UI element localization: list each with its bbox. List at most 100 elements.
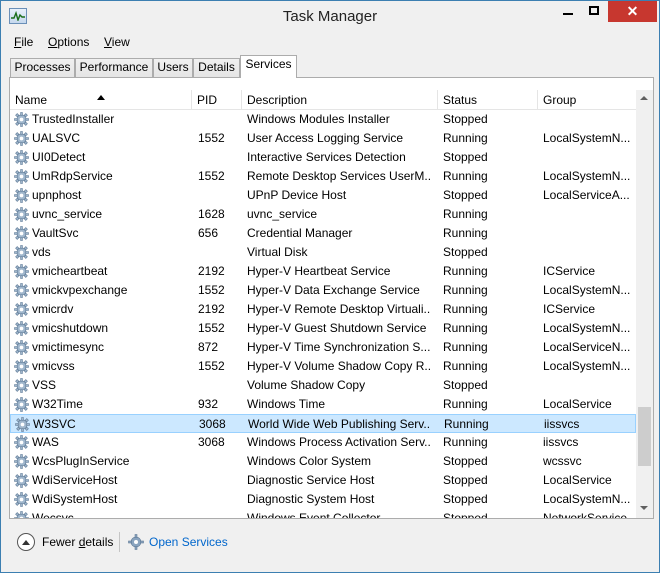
gear-icon [14, 245, 29, 260]
table-row[interactable]: UALSVC 1552 User Access Logging Service Run… [10, 129, 636, 148]
gear-icon [14, 397, 29, 412]
table-row[interactable]: TrustedInstaller Windows Modules Installe… [10, 110, 636, 129]
service-name: vds [32, 245, 51, 259]
service-description: Hyper-V Heartbeat Service [247, 264, 391, 278]
service-description: Hyper-V Volume Shadow Copy R... [247, 359, 430, 373]
service-status: Running [443, 207, 488, 221]
services-gear-icon[interactable] [128, 534, 144, 550]
minimize-button[interactable] [555, 1, 581, 22]
service-description: Virtual Disk [247, 245, 308, 259]
service-name: vmicvss [32, 359, 75, 373]
scroll-down-icon[interactable] [640, 506, 648, 510]
table-row[interactable]: vds Virtual Disk Stopped [10, 243, 636, 262]
gear-icon [14, 321, 29, 336]
service-description: Diagnostic System Host [247, 492, 375, 506]
service-group: LocalSystemN... [543, 169, 631, 183]
column-name[interactable]: Name [10, 93, 190, 107]
table-row[interactable]: UI0Detect Interactive Services Detection S… [10, 148, 636, 167]
service-pid: 3068 [199, 417, 226, 431]
service-status: Stopped [443, 245, 488, 259]
service-description: Volume Shadow Copy [247, 378, 366, 392]
title-bar[interactable]: Task Manager ✕ [1, 1, 659, 31]
service-description: Hyper-V Time Synchronization S... [247, 340, 430, 354]
table-row[interactable]: vmicvss 1552 Hyper-V Volume Shadow Copy R.… [10, 357, 636, 376]
service-name: W3SVC [33, 417, 76, 431]
service-pid: 1552 [198, 131, 225, 145]
column-header: Name PID Description Status Group [10, 90, 636, 110]
table-row[interactable]: WdiServiceHost Diagnostic Service Host Sto… [10, 471, 636, 490]
fewer-details-link[interactable]: Fewer details [42, 535, 113, 549]
column-status[interactable]: Status [438, 93, 536, 107]
table-row[interactable]: vmickvpexchange 1552 Hyper-V Data Exchange… [10, 281, 636, 300]
table-row[interactable]: VaultSvc 656 Credential Manager Running [10, 224, 636, 243]
service-description: Windows Process Activation Serv... [247, 435, 430, 449]
gear-icon [14, 283, 29, 298]
gear-icon [14, 492, 29, 507]
service-group: LocalSystemN... [543, 283, 631, 297]
table-row[interactable]: vmictimesync 872 Hyper-V Time Synchronizat… [10, 338, 636, 357]
table-row[interactable]: VSS Volume Shadow Copy Stopped [10, 376, 636, 395]
service-status: Stopped [443, 492, 488, 506]
service-description: Windows Color System [247, 454, 372, 468]
table-row[interactable]: WAS 3068 Windows Process Activation Serv..… [10, 433, 636, 452]
table-row[interactable]: UmRdpService 1552 Remote Desktop Services … [10, 167, 636, 186]
gear-icon [14, 264, 29, 279]
maximize-icon [589, 6, 599, 15]
footer-bar: Fewer details Open Services [9, 529, 654, 557]
tab-details[interactable]: Details [193, 58, 240, 78]
service-status: Stopped [443, 454, 488, 468]
service-status: Running [444, 417, 489, 431]
column-name-label: Name [15, 93, 48, 107]
service-name: UALSVC [32, 131, 81, 145]
menu-view[interactable]: View [104, 35, 130, 49]
service-name: vmicrdv [32, 302, 74, 316]
close-button[interactable]: ✕ [608, 1, 657, 22]
service-name: UmRdpService [32, 169, 113, 183]
tab-services[interactable]: Services [240, 55, 297, 78]
service-name: uvnc_service [32, 207, 103, 221]
table-row[interactable]: WcsPlugInService Windows Color System Stop… [10, 452, 636, 471]
table-row[interactable]: vmicrdv 2192 Hyper-V Remote Desktop Virtua… [10, 300, 636, 319]
column-group[interactable]: Group [538, 93, 636, 107]
service-name: VaultSvc [32, 226, 79, 240]
service-status: Stopped [443, 378, 488, 392]
scroll-up-icon[interactable] [640, 96, 648, 100]
table-row[interactable]: vmicheartbeat 2192 Hyper-V Heartbeat Servi… [10, 262, 636, 281]
maximize-button[interactable] [581, 1, 608, 22]
table-row[interactable]: upnphost UPnP Device Host Stopped LocalServ… [10, 186, 636, 205]
tab-performance[interactable]: Performance [75, 58, 153, 78]
gear-icon [14, 473, 29, 488]
service-description: User Access Logging Service [247, 131, 404, 145]
column-description[interactable]: Description [242, 93, 437, 107]
table-row[interactable]: W32Time 932 Windows Time Running LocalServic… [10, 395, 636, 414]
service-name: VSS [32, 378, 57, 392]
tab-processes[interactable]: Processes [10, 58, 75, 78]
gear-icon [14, 435, 29, 450]
service-name: WdiSystemHost [32, 492, 118, 506]
menu-options[interactable]: Options [48, 35, 89, 49]
table-row[interactable]: uvnc_service 1628 uvnc_service Running [10, 205, 636, 224]
table-row[interactable]: WdiSystemHost Diagnostic System Host Stopp… [10, 490, 636, 509]
gear-icon [14, 511, 29, 518]
service-pid: 1552 [198, 283, 225, 297]
service-description: World Wide Web Publishing Serv... [248, 417, 431, 431]
vertical-scrollbar[interactable] [636, 90, 653, 518]
service-status: Stopped [443, 112, 488, 126]
gear-icon [14, 454, 29, 469]
service-group: LocalServiceA... [543, 188, 630, 202]
gear-icon [14, 340, 29, 355]
tab-users[interactable]: Users [153, 58, 193, 78]
menu-file[interactable]: File [14, 35, 33, 49]
service-group: LocalServiceN... [543, 340, 631, 354]
table-row[interactable]: vmicshutdown 1552 Hyper-V Guest Shutdown S… [10, 319, 636, 338]
open-services-link[interactable]: Open Services [149, 535, 228, 549]
scrollbar-thumb[interactable] [638, 407, 651, 466]
service-status: Running [443, 131, 488, 145]
service-description: UPnP Device Host [247, 188, 347, 202]
service-name: vmicshutdown [32, 321, 109, 335]
column-pid[interactable]: PID [192, 93, 242, 107]
service-description: Interactive Services Detection [247, 150, 406, 164]
table-row[interactable]: Wecsvc Windows Event Collector Stopped Netw… [10, 509, 636, 518]
chevron-up-circle-icon[interactable] [17, 533, 35, 551]
table-row[interactable]: W3SVC 3068 World Wide Web Publishing Serv.… [10, 414, 636, 433]
